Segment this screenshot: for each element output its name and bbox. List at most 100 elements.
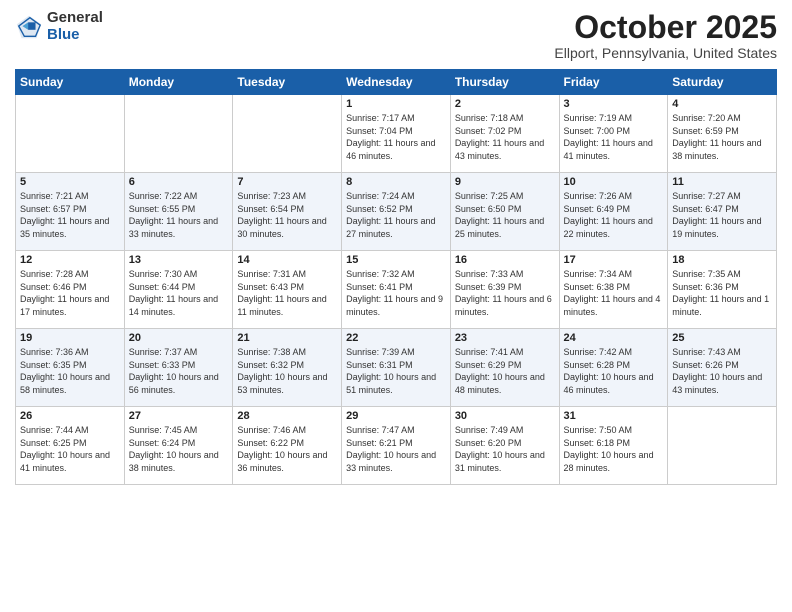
day-info: Sunrise: 7:21 AM Sunset: 6:57 PM Dayligh… [20,190,120,240]
day-number: 19 [20,332,120,344]
day-number: 21 [237,332,337,344]
day-info: Sunrise: 7:28 AM Sunset: 6:46 PM Dayligh… [20,268,120,318]
calendar-cell: 9 Sunrise: 7:25 AM Sunset: 6:50 PM Daylig… [450,173,559,251]
day-number: 29 [346,410,446,422]
day-info: Sunrise: 7:38 AM Sunset: 6:32 PM Dayligh… [237,346,337,396]
calendar-cell: 3 Sunrise: 7:19 AM Sunset: 7:00 PM Daylig… [559,95,668,173]
day-info: Sunrise: 7:42 AM Sunset: 6:28 PM Dayligh… [564,346,664,396]
col-wednesday: Wednesday [342,70,451,95]
col-tuesday: Tuesday [233,70,342,95]
day-number: 3 [564,98,664,110]
day-number: 30 [455,410,555,422]
day-info: Sunrise: 7:27 AM Sunset: 6:47 PM Dayligh… [672,190,772,240]
day-number: 6 [129,176,229,188]
day-info: Sunrise: 7:33 AM Sunset: 6:39 PM Dayligh… [455,268,555,318]
logo-icon [15,13,43,41]
calendar-cell: 31Sunrise: 7:50 AM Sunset: 6:18 PM Dayli… [559,407,668,485]
day-info: Sunrise: 7:18 AM Sunset: 7:02 PM Dayligh… [455,112,555,162]
day-number: 22 [346,332,446,344]
calendar-week-2: 12 Sunrise: 7:28 AM Sunset: 6:46 PM Dayli… [16,251,777,329]
day-info: Sunrise: 7:47 AM Sunset: 6:21 PM Dayligh… [346,424,446,474]
day-number: 11 [672,176,772,188]
calendar-cell: 28 Sunrise: 7:46 AM Sunset: 6:22 PM Dayli… [233,407,342,485]
day-info: Sunrise: 7:34 AM Sunset: 6:38 PM Dayligh… [564,268,664,318]
day-number: 17 [564,254,664,266]
month-title: October 2025 [554,10,777,45]
col-friday: Friday [559,70,668,95]
day-number: 14 [237,254,337,266]
day-info: Sunrise: 7:32 AM Sunset: 6:41 PM Dayligh… [346,268,446,318]
logo-blue-text: Blue [47,27,103,44]
col-sunday: Sunday [16,70,125,95]
day-number: 26 [20,410,120,422]
calendar-cell [668,407,777,485]
calendar-cell: 29 Sunrise: 7:47 AM Sunset: 6:21 PM Dayli… [342,407,451,485]
calendar-cell: 10Sunrise: 7:26 AM Sunset: 6:49 PM Dayli… [559,173,668,251]
day-number: 28 [237,410,337,422]
day-info: Sunrise: 7:20 AM Sunset: 6:59 PM Dayligh… [672,112,772,162]
day-info: Sunrise: 7:45 AM Sunset: 6:24 PM Dayligh… [129,424,229,474]
day-info: Sunrise: 7:25 AM Sunset: 6:50 PM Dayligh… [455,190,555,240]
calendar-cell: 22 Sunrise: 7:39 AM Sunset: 6:31 PM Dayli… [342,329,451,407]
page: General Blue October 2025 Ellport, Penns… [0,0,792,612]
calendar-cell: 11 Sunrise: 7:27 AM Sunset: 6:47 PM Dayli… [668,173,777,251]
calendar-cell: 4 Sunrise: 7:20 AM Sunset: 6:59 PM Daylig… [668,95,777,173]
day-number: 27 [129,410,229,422]
day-info: Sunrise: 7:36 AM Sunset: 6:35 PM Dayligh… [20,346,120,396]
calendar-cell: 24 Sunrise: 7:42 AM Sunset: 6:28 PM Dayli… [559,329,668,407]
day-number: 18 [672,254,772,266]
calendar-cell: 19 Sunrise: 7:36 AM Sunset: 6:35 PM Dayli… [16,329,125,407]
calendar-week-4: 26Sunrise: 7:44 AM Sunset: 6:25 PM Dayli… [16,407,777,485]
header: General Blue October 2025 Ellport, Penns… [15,10,777,61]
day-number: 24 [564,332,664,344]
calendar-cell: 27 Sunrise: 7:45 AM Sunset: 6:24 PM Dayli… [124,407,233,485]
day-number: 1 [346,98,446,110]
day-number: 15 [346,254,446,266]
day-info: Sunrise: 7:24 AM Sunset: 6:52 PM Dayligh… [346,190,446,240]
day-info: Sunrise: 7:41 AM Sunset: 6:29 PM Dayligh… [455,346,555,396]
calendar-cell: 21 Sunrise: 7:38 AM Sunset: 6:32 PM Dayli… [233,329,342,407]
day-info: Sunrise: 7:46 AM Sunset: 6:22 PM Dayligh… [237,424,337,474]
day-number: 5 [20,176,120,188]
day-info: Sunrise: 7:31 AM Sunset: 6:43 PM Dayligh… [237,268,337,318]
calendar-cell: 23 Sunrise: 7:41 AM Sunset: 6:29 PM Dayli… [450,329,559,407]
calendar-cell: 2Sunrise: 7:18 AM Sunset: 7:02 PM Daylig… [450,95,559,173]
calendar-cell: 1Sunrise: 7:17 AM Sunset: 7:04 PM Daylig… [342,95,451,173]
day-number: 4 [672,98,772,110]
calendar-cell [16,95,125,173]
day-number: 7 [237,176,337,188]
day-info: Sunrise: 7:23 AM Sunset: 6:54 PM Dayligh… [237,190,337,240]
logo: General Blue [15,10,103,43]
day-number: 13 [129,254,229,266]
calendar-cell: 17 Sunrise: 7:34 AM Sunset: 6:38 PM Dayli… [559,251,668,329]
day-info: Sunrise: 7:19 AM Sunset: 7:00 PM Dayligh… [564,112,664,162]
calendar-cell: 26Sunrise: 7:44 AM Sunset: 6:25 PM Dayli… [16,407,125,485]
logo-text: General Blue [47,10,103,43]
calendar-cell: 12 Sunrise: 7:28 AM Sunset: 6:46 PM Dayli… [16,251,125,329]
day-number: 9 [455,176,555,188]
day-info: Sunrise: 7:30 AM Sunset: 6:44 PM Dayligh… [129,268,229,318]
col-monday: Monday [124,70,233,95]
calendar-cell: 6Sunrise: 7:22 AM Sunset: 6:55 PM Daylig… [124,173,233,251]
calendar-header-row: Sunday Monday Tuesday Wednesday Thursday… [16,70,777,95]
day-info: Sunrise: 7:35 AM Sunset: 6:36 PM Dayligh… [672,268,772,318]
calendar-cell: 18 Sunrise: 7:35 AM Sunset: 6:36 PM Dayli… [668,251,777,329]
day-number: 8 [346,176,446,188]
calendar-cell [124,95,233,173]
calendar-week-0: 1Sunrise: 7:17 AM Sunset: 7:04 PM Daylig… [16,95,777,173]
day-info: Sunrise: 7:43 AM Sunset: 6:26 PM Dayligh… [672,346,772,396]
calendar-cell: 8 Sunrise: 7:24 AM Sunset: 6:52 PM Daylig… [342,173,451,251]
calendar-cell: 20Sunrise: 7:37 AM Sunset: 6:33 PM Dayli… [124,329,233,407]
day-number: 23 [455,332,555,344]
calendar-cell: 7 Sunrise: 7:23 AM Sunset: 6:54 PM Daylig… [233,173,342,251]
calendar-cell: 14 Sunrise: 7:31 AM Sunset: 6:43 PM Dayli… [233,251,342,329]
day-info: Sunrise: 7:50 AM Sunset: 6:18 PM Dayligh… [564,424,664,474]
calendar-cell: 15 Sunrise: 7:32 AM Sunset: 6:41 PM Dayli… [342,251,451,329]
day-info: Sunrise: 7:49 AM Sunset: 6:20 PM Dayligh… [455,424,555,474]
calendar-cell: 5 Sunrise: 7:21 AM Sunset: 6:57 PM Daylig… [16,173,125,251]
day-number: 12 [20,254,120,266]
day-info: Sunrise: 7:39 AM Sunset: 6:31 PM Dayligh… [346,346,446,396]
calendar-table: Sunday Monday Tuesday Wednesday Thursday… [15,69,777,485]
col-thursday: Thursday [450,70,559,95]
day-number: 25 [672,332,772,344]
